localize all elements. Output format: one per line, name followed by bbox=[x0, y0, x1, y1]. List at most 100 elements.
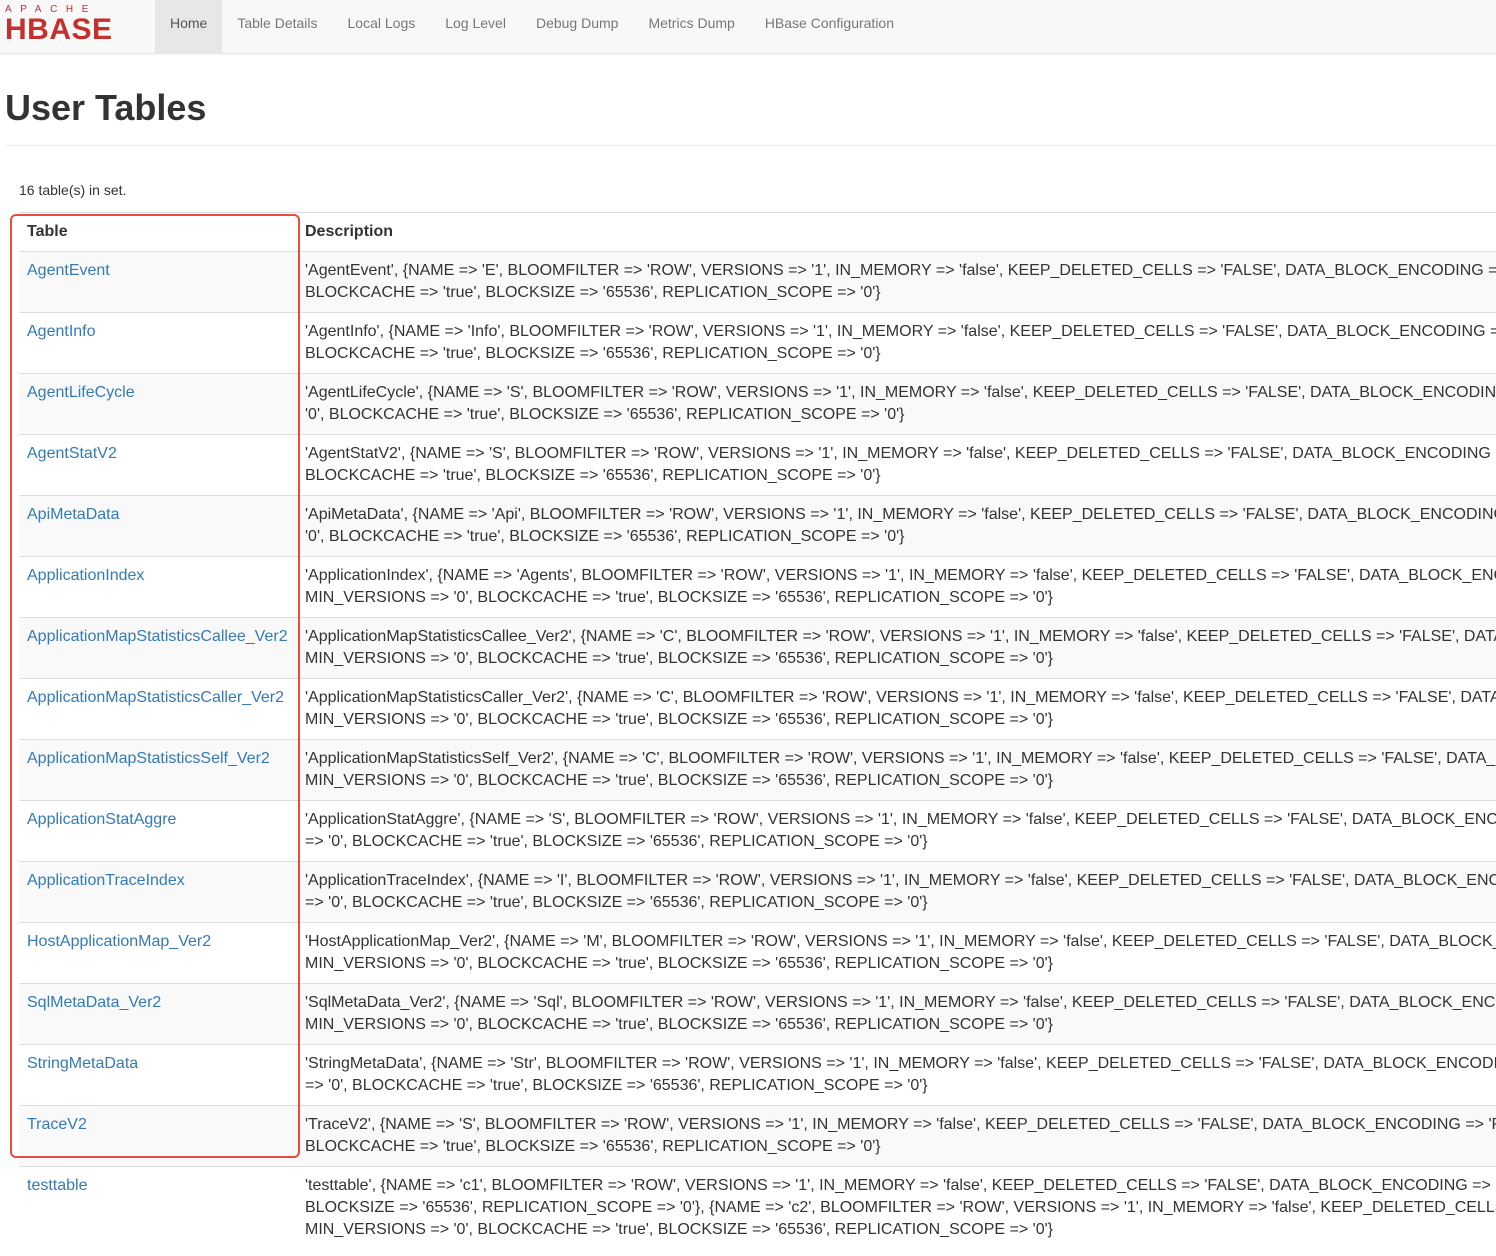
title-divider bbox=[5, 145, 1496, 146]
table-name-cell: ApplicationStatAggre bbox=[19, 800, 297, 862]
logo-hbase-text: HBASE bbox=[5, 13, 113, 46]
description-line: BLOCKCACHE => 'true', BLOCKSIZE => '6553… bbox=[305, 284, 881, 301]
table-description-cell: 'ApplicationMapStatisticsCallee_Ver2', {… bbox=[297, 617, 1496, 679]
table-description-cell: 'TraceV2', {NAME => 'S', BLOOMFILTER => … bbox=[297, 1105, 1496, 1167]
table-name-link[interactable]: ApplicationMapStatisticsCallee_Ver2 bbox=[27, 628, 288, 645]
table-name-cell: AgentStatV2 bbox=[19, 434, 297, 496]
table-name-link[interactable]: ApplicationIndex bbox=[27, 567, 144, 584]
description-line: 'AgentLifeCycle', {NAME => 'S', BLOOMFIL… bbox=[305, 384, 1496, 401]
nav-metrics-dump[interactable]: Metrics Dump bbox=[633, 0, 749, 53]
description-line: MIN_VERSIONS => '0', BLOCKCACHE => 'true… bbox=[305, 1221, 1054, 1238]
table-name-link[interactable]: ApiMetaData bbox=[27, 506, 120, 523]
table-name-link[interactable]: ApplicationMapStatisticsCaller_Ver2 bbox=[27, 689, 284, 706]
table-description-cell: 'AgentInfo', {NAME => 'Info', BLOOMFILTE… bbox=[297, 312, 1496, 374]
table-description-cell: 'AgentLifeCycle', {NAME => 'S', BLOOMFIL… bbox=[297, 373, 1496, 435]
description-line: BLOCKCACHE => 'true', BLOCKSIZE => '6553… bbox=[305, 1138, 881, 1155]
description-line: => '0', BLOCKCACHE => 'true', BLOCKSIZE … bbox=[305, 894, 928, 911]
description-line: 'ApplicationTraceIndex', {NAME => 'I', B… bbox=[305, 872, 1496, 889]
description-line: => '0', BLOCKCACHE => 'true', BLOCKSIZE … bbox=[305, 833, 928, 850]
description-line: 'ApiMetaData', {NAME => 'Api', BLOOMFILT… bbox=[305, 506, 1496, 523]
table-name-link[interactable]: ApplicationTraceIndex bbox=[27, 872, 185, 889]
table-name-cell: ApplicationMapStatisticsSelf_Ver2 bbox=[19, 739, 297, 801]
table-name-cell: ApplicationMapStatisticsCallee_Ver2 bbox=[19, 617, 297, 679]
table-row: StringMetaData 'StringMetaData', {NAME =>… bbox=[19, 1044, 1496, 1106]
table-name-link[interactable]: AgentLifeCycle bbox=[27, 384, 135, 401]
table-name-link[interactable]: ApplicationStatAggre bbox=[27, 811, 176, 828]
table-name-cell: ApplicationIndex bbox=[19, 556, 297, 618]
table-name-cell: AgentInfo bbox=[19, 312, 297, 374]
table-description-cell: 'AgentEvent', {NAME => 'E', BLOOMFILTER … bbox=[297, 251, 1496, 313]
description-line: MIN_VERSIONS => '0', BLOCKCACHE => 'true… bbox=[305, 955, 1054, 972]
table-row: AgentStatV2 'AgentStatV2', {NAME => 'S', … bbox=[19, 434, 1496, 496]
table-row: testtable 'testtable', {NAME => 'c1', BLO… bbox=[19, 1166, 1496, 1249]
table-description-cell: 'StringMetaData', {NAME => 'Str', BLOOMF… bbox=[297, 1044, 1496, 1106]
description-line: 'StringMetaData', {NAME => 'Str', BLOOMF… bbox=[305, 1055, 1496, 1072]
nav-local-logs[interactable]: Local Logs bbox=[333, 0, 431, 53]
table-name-cell: SqlMetaData_Ver2 bbox=[19, 983, 297, 1045]
description-line: '0', BLOCKCACHE => 'true', BLOCKSIZE => … bbox=[305, 406, 905, 423]
navbar: APACHE HBASE Home Table Details Local Lo… bbox=[0, 0, 1496, 54]
description-line: BLOCKCACHE => 'true', BLOCKSIZE => '6553… bbox=[305, 467, 881, 484]
table-name-cell: ApiMetaData bbox=[19, 495, 297, 557]
hbase-logo[interactable]: APACHE HBASE bbox=[5, 5, 141, 46]
nav-menu: Home Table Details Local Logs Log Level … bbox=[155, 0, 909, 53]
table-row: AgentLifeCycle 'AgentLifeCycle', {NAME =>… bbox=[19, 373, 1496, 435]
table-description-cell: 'ApplicationIndex', {NAME => 'Agents', B… bbox=[297, 556, 1496, 618]
description-line: MIN_VERSIONS => '0', BLOCKCACHE => 'true… bbox=[305, 1016, 1054, 1033]
nav-home[interactable]: Home bbox=[155, 0, 223, 53]
table-description-cell: 'AgentStatV2', {NAME => 'S', BLOOMFILTER… bbox=[297, 434, 1496, 496]
table-body: AgentEvent 'AgentEvent', {NAME => 'E', BL… bbox=[19, 251, 1496, 1249]
description-line: 'AgentStatV2', {NAME => 'S', BLOOMFILTER… bbox=[305, 445, 1496, 462]
table-description-cell: 'ApplicationMapStatisticsCaller_Ver2', {… bbox=[297, 678, 1496, 740]
table-row: ApiMetaData 'ApiMetaData', {NAME => 'Api'… bbox=[19, 495, 1496, 557]
description-line: 'AgentEvent', {NAME => 'E', BLOOMFILTER … bbox=[305, 262, 1496, 279]
description-line: MIN_VERSIONS => '0', BLOCKCACHE => 'true… bbox=[305, 650, 1054, 667]
description-line: 'ApplicationStatAggre', {NAME => 'S', BL… bbox=[305, 811, 1496, 828]
description-line: 'ApplicationMapStatisticsSelf_Ver2', {NA… bbox=[305, 750, 1496, 767]
nav-table-details[interactable]: Table Details bbox=[222, 0, 332, 53]
description-line: 'ApplicationIndex', {NAME => 'Agents', B… bbox=[305, 567, 1496, 584]
description-line: 'testtable', {NAME => 'c1', BLOOMFILTER … bbox=[305, 1177, 1496, 1194]
table-name-cell: ApplicationMapStatisticsCaller_Ver2 bbox=[19, 678, 297, 740]
description-line: MIN_VERSIONS => '0', BLOCKCACHE => 'true… bbox=[305, 711, 1054, 728]
table-name-link[interactable]: AgentInfo bbox=[27, 323, 96, 340]
table-name-cell: TraceV2 bbox=[19, 1105, 297, 1167]
table-row: HostApplicationMap_Ver2 'HostApplicationM… bbox=[19, 922, 1496, 984]
table-name-cell: AgentLifeCycle bbox=[19, 373, 297, 435]
table-name-cell: StringMetaData bbox=[19, 1044, 297, 1106]
column-header-description: Description bbox=[297, 212, 1496, 252]
table-name-link[interactable]: HostApplicationMap_Ver2 bbox=[27, 933, 211, 950]
table-name-cell: HostApplicationMap_Ver2 bbox=[19, 922, 297, 984]
table-row: ApplicationMapStatisticsCaller_Ver2 'Appl… bbox=[19, 678, 1496, 740]
description-line: BLOCKCACHE => 'true', BLOCKSIZE => '6553… bbox=[305, 345, 881, 362]
table-name-cell: AgentEvent bbox=[19, 251, 297, 313]
table-description-cell: 'SqlMetaData_Ver2', {NAME => 'Sql', BLOO… bbox=[297, 983, 1496, 1045]
table-description-cell: 'testtable', {NAME => 'c1', BLOOMFILTER … bbox=[297, 1166, 1496, 1249]
table-name-link[interactable]: ApplicationMapStatisticsSelf_Ver2 bbox=[27, 750, 270, 767]
table-description-cell: 'HostApplicationMap_Ver2', {NAME => 'M',… bbox=[297, 922, 1496, 984]
table-name-cell: ApplicationTraceIndex bbox=[19, 861, 297, 923]
nav-hbase-configuration[interactable]: HBase Configuration bbox=[750, 0, 909, 53]
description-line: 'SqlMetaData_Ver2', {NAME => 'Sql', BLOO… bbox=[305, 994, 1496, 1011]
table-name-link[interactable]: testtable bbox=[27, 1177, 87, 1194]
table-row: ApplicationStatAggre 'ApplicationStatAggr… bbox=[19, 800, 1496, 862]
table-name-link[interactable]: AgentStatV2 bbox=[27, 445, 117, 462]
nav-log-level[interactable]: Log Level bbox=[430, 0, 521, 53]
table-name-link[interactable]: StringMetaData bbox=[27, 1055, 138, 1072]
table-row: ApplicationMapStatisticsCallee_Ver2 'Appl… bbox=[19, 617, 1496, 679]
description-line: => '0', BLOCKCACHE => 'true', BLOCKSIZE … bbox=[305, 1077, 928, 1094]
description-line: 'HostApplicationMap_Ver2', {NAME => 'M',… bbox=[305, 933, 1496, 950]
table-row: AgentInfo 'AgentInfo', {NAME => 'Info', B… bbox=[19, 312, 1496, 374]
page-title: User Tables bbox=[5, 87, 207, 128]
table-row: ApplicationIndex 'ApplicationIndex', {NAM… bbox=[19, 556, 1496, 618]
description-line: MIN_VERSIONS => '0', BLOCKCACHE => 'true… bbox=[305, 772, 1054, 789]
table-name-link[interactable]: SqlMetaData_Ver2 bbox=[27, 994, 161, 1011]
table-name-link[interactable]: AgentEvent bbox=[27, 262, 110, 279]
table-description-cell: 'ApplicationMapStatisticsSelf_Ver2', {NA… bbox=[297, 739, 1496, 801]
table-row: AgentEvent 'AgentEvent', {NAME => 'E', BL… bbox=[19, 251, 1496, 313]
description-line: 'ApplicationMapStatisticsCaller_Ver2', {… bbox=[305, 689, 1496, 706]
table-count: 16 table(s) in set. bbox=[19, 182, 127, 198]
description-line: 'AgentInfo', {NAME => 'Info', BLOOMFILTE… bbox=[305, 323, 1496, 340]
table-name-link[interactable]: TraceV2 bbox=[27, 1116, 87, 1133]
nav-debug-dump[interactable]: Debug Dump bbox=[521, 0, 634, 53]
